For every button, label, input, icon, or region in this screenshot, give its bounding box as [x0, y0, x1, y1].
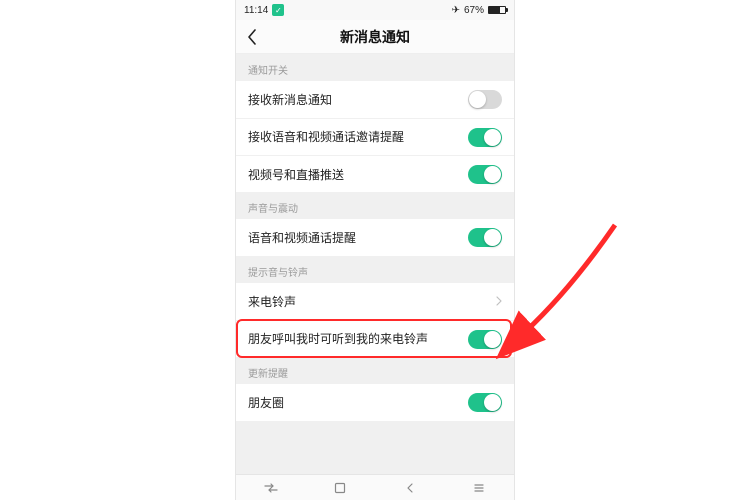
battery-icon [488, 6, 506, 14]
status-time: 11:14 [244, 5, 268, 16]
toggle-av-call-alert[interactable] [468, 228, 502, 247]
row-moments[interactable]: 朋友圈 [236, 384, 514, 421]
home-icon[interactable] [333, 481, 347, 495]
row-label: 语音和视频通话提醒 [248, 229, 468, 246]
row-receive-new-msg[interactable]: 接收新消息通知 [236, 81, 514, 118]
airplane-mode-icon: ✈︎ [452, 5, 460, 16]
nav-bar: 新消息通知 [236, 20, 514, 54]
phone-frame: 11:14 ✓ ✈︎ 67% 新消息通知 通知开关 接收新消息通知 [235, 0, 515, 500]
page-title: 新消息通知 [340, 27, 410, 47]
recent-apps-icon[interactable] [264, 481, 278, 495]
row-video-channel-push[interactable]: 视频号和直播推送 [236, 155, 514, 192]
menu-icon[interactable] [472, 481, 486, 495]
system-nav-bar [236, 474, 514, 500]
row-incoming-ringtone[interactable]: 来电铃声 [236, 283, 514, 320]
status-bar: 11:14 ✓ ✈︎ 67% [236, 0, 514, 20]
row-av-call-alert[interactable]: 语音和视频通话提醒 [236, 219, 514, 256]
row-label: 视频号和直播推送 [248, 166, 468, 183]
chevron-right-icon [496, 295, 502, 309]
settings-list: 通知开关 接收新消息通知 接收语音和视频通话邀请提醒 视频号和直播推送 声音与震… [236, 54, 514, 474]
back-button[interactable] [242, 27, 262, 47]
toggle-receive-av-invite[interactable] [468, 128, 502, 147]
toggle-receive-new-msg[interactable] [468, 90, 502, 109]
section-header-sound-vibration: 声音与震动 [236, 192, 514, 219]
toggle-friend-hear-ringtone[interactable] [468, 330, 502, 349]
section-header-ringtone: 提示音与铃声 [236, 256, 514, 283]
row-label: 接收语音和视频通话邀请提醒 [248, 130, 468, 144]
section-header-notify-switch: 通知开关 [236, 54, 514, 81]
row-label: 来电铃声 [248, 293, 496, 310]
row-label: 朋友呼叫我时可听到我的来电铃声 [248, 332, 468, 346]
row-friend-hear-ringtone[interactable]: 朋友呼叫我时可听到我的来电铃声 [236, 320, 514, 357]
row-receive-av-invite[interactable]: 接收语音和视频通话邀请提醒 [236, 118, 514, 155]
chevron-left-icon [247, 29, 257, 45]
section-header-update-alert: 更新提醒 [236, 357, 514, 384]
status-app-badge-icon: ✓ [272, 4, 284, 16]
row-label: 接收新消息通知 [248, 91, 468, 108]
toggle-video-channel-push[interactable] [468, 165, 502, 184]
battery-pct: 67% [464, 5, 484, 16]
back-nav-icon[interactable] [403, 481, 417, 495]
row-label: 朋友圈 [248, 394, 468, 411]
toggle-moments[interactable] [468, 393, 502, 412]
